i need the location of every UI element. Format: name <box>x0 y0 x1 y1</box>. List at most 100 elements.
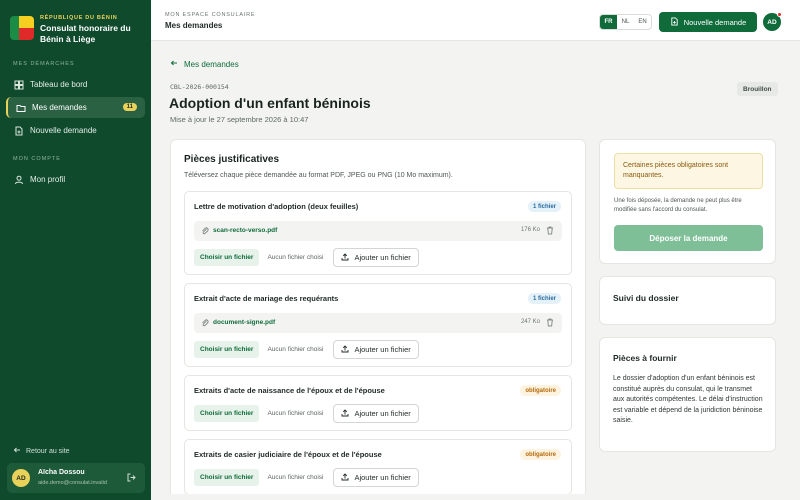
user-icon <box>14 175 24 185</box>
back-link-mes-demandes[interactable]: Mes demandes <box>170 59 239 69</box>
page-title: Adoption d'un enfant béninois <box>169 95 371 111</box>
submit-request-button[interactable]: Déposer la demande <box>614 225 763 251</box>
tracking-title: Suivi du dossier <box>613 293 679 303</box>
back-to-site-link[interactable]: Retour au site <box>13 446 70 456</box>
back-link-label: Mes demandes <box>184 59 239 69</box>
page-header-title: Mes demandes <box>165 21 223 30</box>
lang-en-button[interactable]: EN <box>634 15 651 29</box>
upload-icon <box>341 408 349 419</box>
info-title: Pièces à fournir <box>613 353 677 363</box>
info-text: Le dossier d'adoption d'un enfant bénino… <box>613 375 763 424</box>
file-size: 176 Ko <box>520 227 540 233</box>
dashboard-icon <box>14 80 24 90</box>
back-to-site-label: Retour au site <box>26 447 70 455</box>
trash-icon[interactable] <box>546 318 554 329</box>
file-input-row: Choisir un fichier Aucun fichier choisi … <box>194 248 419 267</box>
piece-title: Lettre de motivation d'adoption (deux fe… <box>194 202 359 211</box>
add-file-button[interactable]: Ajouter un fichier <box>333 248 419 267</box>
arrow-left-icon <box>170 59 178 69</box>
no-file-text: Aucun fichier choisi <box>267 410 324 417</box>
add-file-label: Ajouter un fichier <box>354 345 411 354</box>
file-plus-icon <box>14 126 24 136</box>
user-email: aide.demo@consulat.invalid <box>38 480 107 486</box>
piece-item: Lettre de motivation d'adoption (deux fe… <box>184 191 572 275</box>
count-badge: 11 <box>122 103 137 111</box>
pieces-title: Pièces justificatives <box>184 154 280 165</box>
arrow-left-icon <box>13 446 21 456</box>
no-file-text: Aucun fichier choisi <box>267 474 324 481</box>
add-file-button[interactable]: Ajouter un fichier <box>333 340 419 359</box>
topbar: MON ESPACE CONSULAIRE Mes demandes FR NL… <box>151 0 800 41</box>
choose-file-button[interactable]: Choisir un fichier <box>194 405 260 422</box>
lang-nl-button[interactable]: NL <box>617 15 634 29</box>
paperclip-icon <box>201 319 209 329</box>
file-size: 247 Ko <box>520 319 540 325</box>
file-name-link[interactable]: scan-recto-verso.pdf <box>213 227 277 234</box>
tracking-card: Suivi du dossier <box>599 276 776 325</box>
add-file-button[interactable]: Ajouter un fichier <box>333 404 419 423</box>
file-name-link[interactable]: document-signe.pdf <box>213 319 275 326</box>
piece-item: Extrait d'acte de mariage des requérants… <box>184 283 572 367</box>
submit-card: Certaines pièces obligatoires sont manqu… <box>599 139 776 264</box>
required-badge: obligatoire <box>520 385 561 396</box>
choose-file-button[interactable]: Choisir un fichier <box>194 249 260 266</box>
choose-file-button[interactable]: Choisir un fichier <box>194 469 260 486</box>
sidebar-item-dashboard[interactable]: Tableau de bord <box>6 74 145 95</box>
add-file-label: Ajouter un fichier <box>354 409 411 418</box>
required-badge: obligatoire <box>520 449 561 460</box>
upload-icon <box>341 252 349 263</box>
submit-note: Une fois déposée, la demande ne peut plu… <box>614 198 742 213</box>
piece-title: Extraits d'acte de naissance de l'époux … <box>194 386 385 395</box>
sidebar-item-nouvelle-demande[interactable]: Nouvelle demande <box>6 120 145 141</box>
file-input-row: Choisir un fichier Aucun fichier choisi … <box>194 404 419 423</box>
paperclip-icon <box>201 227 209 237</box>
sidebar: RÉPUBLIQUE DU BÉNIN Consulat honoraire d… <box>0 0 151 500</box>
info-card: Pièces à fournir Le dossier d'adoption d… <box>599 337 776 452</box>
file-plus-icon <box>670 16 679 28</box>
no-file-text: Aucun fichier choisi <box>267 346 324 353</box>
section-label-compte: MON COMPTE <box>13 156 61 162</box>
avatar: AD <box>12 469 30 487</box>
sidebar-item-label: Nouvelle demande <box>30 126 97 135</box>
add-file-button[interactable]: Ajouter un fichier <box>333 468 419 487</box>
piece-item: Extraits de casier judiciaire de l'époux… <box>184 439 572 495</box>
sidebar-item-label: Mon profil <box>30 175 66 184</box>
folder-icon <box>16 103 26 113</box>
sidebar-item-mon-profil[interactable]: Mon profil <box>6 169 145 190</box>
topbar-kicker: MON ESPACE CONSULAIRE <box>165 12 256 18</box>
sidebar-item-mes-demandes[interactable]: Mes demandes 11 <box>6 97 145 118</box>
choose-file-button[interactable]: Choisir un fichier <box>194 341 260 358</box>
trash-icon[interactable] <box>546 226 554 237</box>
upload-icon <box>341 472 349 483</box>
language-switcher: FR NL EN <box>599 14 652 30</box>
new-request-label: Nouvelle demande <box>683 17 747 27</box>
header-avatar[interactable]: AD <box>763 12 782 31</box>
file-input-row: Choisir un fichier Aucun fichier choisi … <box>194 340 419 359</box>
piece-title: Extraits de casier judiciaire de l'époux… <box>194 450 382 459</box>
add-file-label: Ajouter un fichier <box>354 253 411 262</box>
new-request-button[interactable]: Nouvelle demande <box>659 12 757 32</box>
notification-dot <box>777 12 782 17</box>
request-reference: CBL-2026-000154 <box>170 83 229 91</box>
lang-fr-button[interactable]: FR <box>600 15 617 29</box>
piece-item: Extraits d'acte de naissance de l'époux … <box>184 375 572 431</box>
file-count-badge: 1 fichier <box>527 293 561 304</box>
sidebar-item-label: Mes demandes <box>32 103 87 112</box>
updated-timestamp: Mise à jour le 27 septembre 2026 à 10:47 <box>170 115 309 124</box>
status-badge: Brouillon <box>737 82 778 96</box>
uploaded-file-row: document-signe.pdf 247 Ko <box>194 313 562 333</box>
header-avatar-initials: AD <box>767 18 777 26</box>
missing-pieces-warning: Certaines pièces obligatoires sont manqu… <box>614 153 763 189</box>
file-count-badge: 1 fichier <box>527 201 561 212</box>
logout-icon[interactable] <box>127 473 136 484</box>
section-label-demarches: MES DÉMARCHES <box>13 61 75 67</box>
page-bottom-edge <box>151 494 800 500</box>
piece-title: Extrait d'acte de mariage des requérants <box>194 294 339 303</box>
pieces-card: Pièces justificatives Téléversez chaque … <box>170 139 586 500</box>
user-name: Aïcha Dossou <box>38 469 85 476</box>
upload-icon <box>341 344 349 355</box>
brand[interactable]: RÉPUBLIQUE DU BÉNIN Consulat honoraire d… <box>10 13 145 47</box>
pieces-subtitle: Téléversez chaque pièce demandée au form… <box>184 172 453 179</box>
benin-flag-logo <box>10 16 34 40</box>
sidebar-item-label: Tableau de bord <box>30 80 88 89</box>
